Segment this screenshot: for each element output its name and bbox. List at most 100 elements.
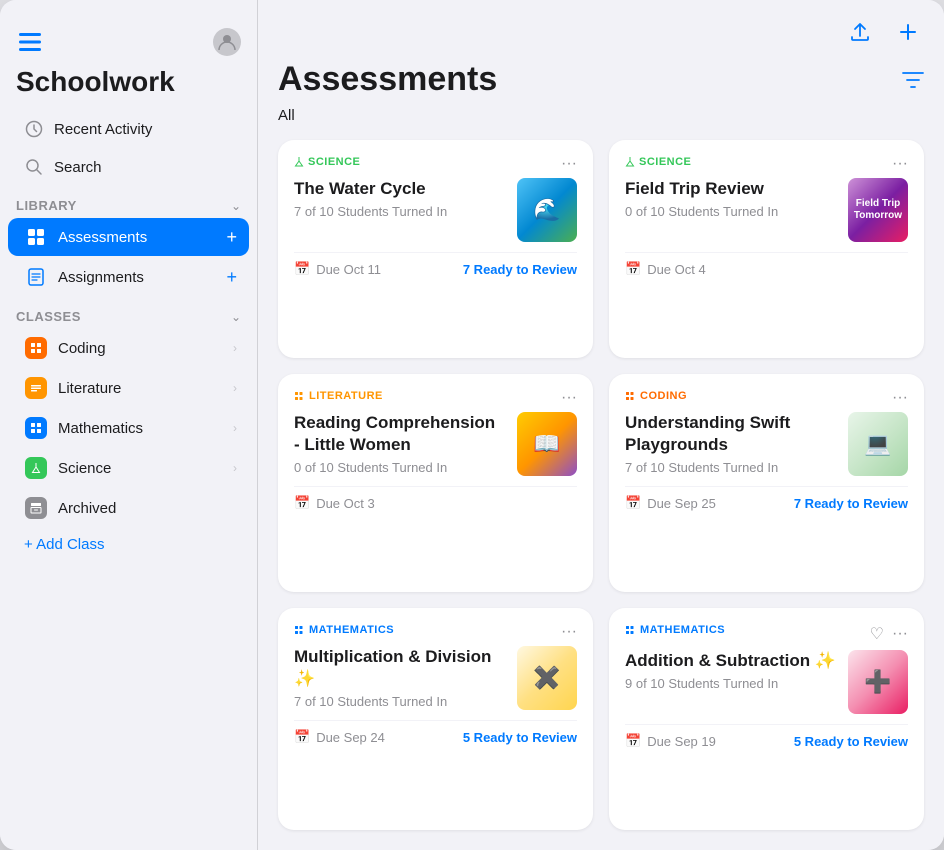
card-review[interactable]: 5 Ready to Review xyxy=(463,730,577,745)
science-class-icon xyxy=(24,456,48,480)
card-subject: Science xyxy=(625,156,691,168)
sidebar-item-mathematics[interactable]: Mathematics › xyxy=(8,409,249,447)
cards-grid: Science ··· The Water Cycle 7 of 10 Stud… xyxy=(258,136,944,850)
sidebar-item-assignments[interactable]: Assignments + xyxy=(8,258,249,296)
card-footer: 📅 Due Sep 25 7 Ready to Review xyxy=(625,486,908,511)
sidebar-item-science[interactable]: Science › xyxy=(8,449,249,487)
mathematics-chevron-icon: › xyxy=(233,421,237,435)
card-thumbnail: ➕ xyxy=(848,650,908,714)
card-subtitle: 7 of 10 Students Turned In xyxy=(625,460,836,475)
library-chevron-icon[interactable]: ⌄ xyxy=(231,199,241,213)
card-body: The Water Cycle 7 of 10 Students Turned … xyxy=(294,178,577,242)
card-addition: Mathematics ♡ ··· Addition & Subtraction… xyxy=(609,608,924,830)
literature-class-icon xyxy=(24,376,48,400)
card-title: Understanding Swift Playgrounds xyxy=(625,412,836,456)
card-more-menu[interactable]: ··· xyxy=(561,624,577,640)
add-assessment-button[interactable]: + xyxy=(226,227,237,248)
add-button[interactable] xyxy=(892,16,924,48)
sidebar-item-search[interactable]: Search xyxy=(8,149,249,185)
card-top: Science ··· xyxy=(294,156,577,172)
literature-label: Literature xyxy=(58,380,223,397)
card-body: Multiplication & Division ✨ 7 of 10 Stud… xyxy=(294,646,577,710)
library-section-header: Library ⌄ xyxy=(0,186,257,217)
card-title: Addition & Subtraction ✨ xyxy=(625,650,836,672)
card-footer: 📅 Due Oct 11 7 Ready to Review xyxy=(294,252,577,277)
card-info: Field Trip Review 0 of 10 Students Turne… xyxy=(625,178,836,219)
add-class-button[interactable]: + Add Class xyxy=(8,529,249,560)
sidebar-item-literature[interactable]: Literature › xyxy=(8,369,249,407)
card-review[interactable]: 7 Ready to Review xyxy=(794,496,908,511)
add-assignment-button[interactable]: + xyxy=(226,267,237,288)
card-top: Coding ··· xyxy=(625,390,908,406)
main-content: Assessments All Science ··· xyxy=(258,0,944,850)
card-actions: ♡ ··· xyxy=(870,624,908,644)
card-due: 📅 Due Oct 11 xyxy=(294,261,381,277)
app-container: Schoolwork Recent Activity Search Lib xyxy=(0,0,944,850)
library-section-title: Library xyxy=(16,198,77,213)
sidebar-toggle-icon[interactable] xyxy=(16,28,44,56)
card-subtitle: 0 of 10 Students Turned In xyxy=(294,460,505,475)
filter-button[interactable] xyxy=(902,71,924,89)
card-subject: Mathematics xyxy=(294,624,394,636)
calendar-icon: 📅 xyxy=(294,729,310,745)
card-top: Science ··· xyxy=(625,156,908,172)
science-chevron-icon: › xyxy=(233,461,237,475)
card-more-menu[interactable]: ··· xyxy=(561,156,577,172)
mathematics-class-icon xyxy=(24,416,48,440)
card-body: Addition & Subtraction ✨ 9 of 10 Student… xyxy=(625,650,908,714)
sidebar-header xyxy=(0,20,257,60)
card-more-menu[interactable]: ··· xyxy=(892,626,908,642)
card-footer: 📅 Due Oct 4 xyxy=(625,252,908,277)
card-thumbnail: 💻 xyxy=(848,412,908,476)
card-info: Understanding Swift Playgrounds 7 of 10 … xyxy=(625,412,836,475)
card-field-trip: Science ··· Field Trip Review 0 of 10 St… xyxy=(609,140,924,358)
card-subtitle: 9 of 10 Students Turned In xyxy=(625,676,836,691)
card-due: 📅 Due Sep 25 xyxy=(625,495,716,511)
card-info: Multiplication & Division ✨ 7 of 10 Stud… xyxy=(294,646,505,709)
card-more-menu[interactable]: ··· xyxy=(561,390,577,406)
card-title: Multiplication & Division ✨ xyxy=(294,646,505,690)
card-subject: Mathematics xyxy=(625,624,725,636)
sidebar-item-assessments[interactable]: Assessments + xyxy=(8,218,249,256)
card-swift-playgrounds: Coding ··· Understanding Swift Playgroun… xyxy=(609,374,924,592)
card-title: Reading Comprehension - Little Women xyxy=(294,412,505,456)
calendar-icon: 📅 xyxy=(625,733,641,749)
calendar-icon: 📅 xyxy=(294,495,310,511)
card-review[interactable]: 7 Ready to Review xyxy=(463,262,577,277)
coding-class-icon xyxy=(24,336,48,360)
doc-icon xyxy=(24,265,48,289)
main-title-row: Assessments xyxy=(258,56,944,99)
card-more-menu[interactable]: ··· xyxy=(892,156,908,172)
card-multiplication: Mathematics ··· Multiplication & Divisio… xyxy=(278,608,593,830)
classes-section-title: Classes xyxy=(16,309,81,324)
heart-icon[interactable]: ♡ xyxy=(870,624,884,644)
page-title: Assessments xyxy=(278,60,497,99)
search-label: Search xyxy=(54,159,102,176)
card-review[interactable]: 5 Ready to Review xyxy=(794,734,908,749)
card-thumbnail: ✖️ xyxy=(517,646,577,710)
card-more-menu[interactable]: ··· xyxy=(892,390,908,406)
export-button[interactable] xyxy=(844,16,876,48)
sidebar-item-archived[interactable]: Archived xyxy=(8,489,249,527)
classes-chevron-icon[interactable]: ⌄ xyxy=(231,310,241,324)
card-subtitle: 0 of 10 Students Turned In xyxy=(625,204,836,219)
assignments-label: Assignments xyxy=(58,269,216,286)
coding-chevron-icon: › xyxy=(233,341,237,355)
clock-icon xyxy=(24,119,44,139)
user-avatar[interactable] xyxy=(213,28,241,56)
card-top: Mathematics ♡ ··· xyxy=(625,624,908,644)
archive-class-icon xyxy=(24,496,48,520)
card-subject: Science xyxy=(294,156,360,168)
card-info: Reading Comprehension - Little Women 0 o… xyxy=(294,412,505,475)
card-due: 📅 Due Sep 24 xyxy=(294,729,385,745)
archived-label: Archived xyxy=(58,500,237,517)
calendar-icon: 📅 xyxy=(294,261,310,277)
sidebar-item-recent-activity[interactable]: Recent Activity xyxy=(8,111,249,147)
sidebar-item-coding[interactable]: Coding › xyxy=(8,329,249,367)
card-info: Addition & Subtraction ✨ 9 of 10 Student… xyxy=(625,650,836,691)
card-body: Reading Comprehension - Little Women 0 o… xyxy=(294,412,577,476)
card-water-cycle: Science ··· The Water Cycle 7 of 10 Stud… xyxy=(278,140,593,358)
card-footer: 📅 Due Sep 24 5 Ready to Review xyxy=(294,720,577,745)
card-subject: Coding xyxy=(625,390,687,402)
card-body: Understanding Swift Playgrounds 7 of 10 … xyxy=(625,412,908,476)
